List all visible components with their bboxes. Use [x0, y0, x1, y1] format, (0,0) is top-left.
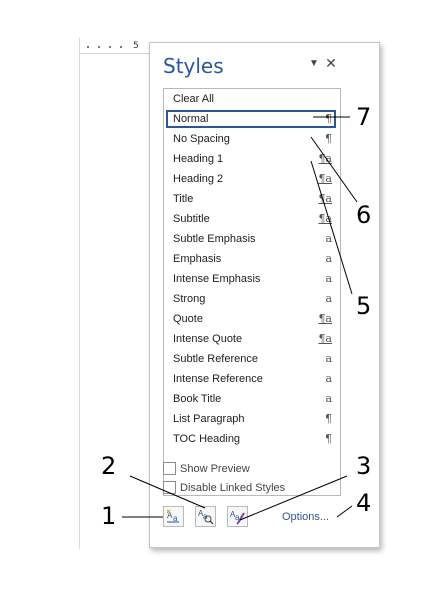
callout-line-6	[310, 136, 358, 203]
callout-line-5	[310, 160, 353, 295]
callout-1: 1	[101, 502, 117, 530]
callout-line-2	[129, 475, 206, 509]
callout-7: 7	[356, 103, 372, 131]
callout-6: 6	[356, 201, 372, 229]
callout-line-3	[239, 475, 348, 521]
callout-4: 4	[356, 489, 372, 517]
callout-5: 5	[356, 292, 372, 320]
callout-3: 3	[356, 452, 372, 480]
callout-line-4	[336, 505, 353, 518]
callout-2: 2	[101, 452, 117, 480]
